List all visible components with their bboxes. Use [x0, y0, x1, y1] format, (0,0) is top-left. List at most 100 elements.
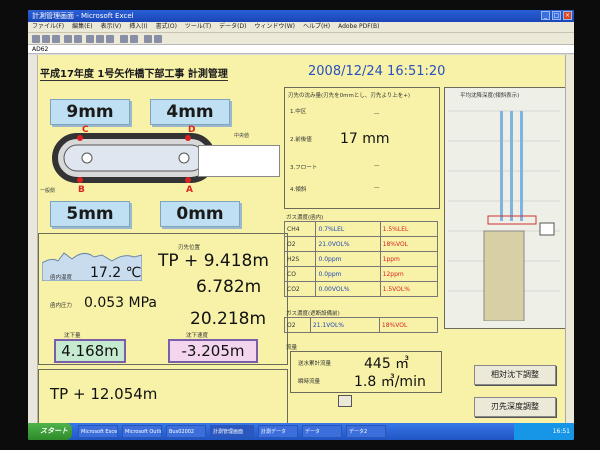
gas-value: 0.0ppm [315, 266, 381, 282]
menu-bar: ファイル(F) 編集(E) 表示(V) 挿入(I) 書式(O) ツール(T) デ… [28, 22, 574, 32]
marker-d-dot [185, 135, 191, 141]
gas-name: O2 [284, 317, 311, 333]
flow-label-1: 送水累計流量 [298, 361, 332, 367]
formula-bar[interactable]: AD62 [28, 44, 574, 54]
gas-limit: 1.5%LEL [379, 221, 439, 237]
edge-row3-value: — [374, 163, 380, 169]
undo-icon[interactable] [120, 35, 128, 43]
open-icon[interactable] [42, 35, 50, 43]
vertical-scrollbar[interactable] [565, 55, 574, 423]
menu-window[interactable]: ウィンドウ(W) [254, 23, 295, 30]
task-data3[interactable]: データ2 [346, 425, 386, 438]
caisson-hole-left [81, 152, 93, 164]
menu-help[interactable]: ヘルプ(H) [303, 23, 330, 30]
gas-row: O2 21.0VOL% 18%VOL [283, 236, 439, 252]
note-label: 中央値 [234, 133, 250, 139]
edge-row4-label: 4.傾斜 [290, 187, 307, 193]
row-headers [28, 55, 38, 423]
paste-icon[interactable] [106, 35, 114, 43]
gas-limit: 12ppm [379, 266, 439, 282]
menu-view[interactable]: 表示(V) [100, 23, 121, 30]
system-tray: 16:51 [514, 423, 574, 440]
maximize-button[interactable]: □ [552, 11, 561, 20]
flow-heading: 流量 [286, 345, 298, 351]
task-monitor[interactable]: 計測管理画面 [210, 425, 254, 438]
menu-file[interactable]: ファイル(F) [32, 23, 64, 30]
tp-label: 刃先位置 [178, 245, 201, 251]
window-titlebar: 計測管理画面 - Microsoft Excel _ □ × [28, 10, 574, 22]
edge-status-panel [284, 87, 440, 209]
legend-box [539, 222, 555, 236]
clock: 16:51 [552, 428, 570, 435]
task-data2[interactable]: データ [302, 425, 342, 438]
gas-limit: 18%VOL [378, 317, 439, 333]
settlement-value: 4.168m [54, 339, 126, 363]
preview-icon[interactable] [74, 35, 82, 43]
gas-table: CH4 0.7%LEL 1.5%LEL O2 21.0VOL% 18%VOL H… [283, 221, 439, 297]
print-button-icon[interactable] [338, 395, 352, 407]
gas-value: 0.0ppm [315, 251, 381, 267]
gas-value: 21.1VOL% [309, 317, 380, 333]
edge-row1-label: 1.中区 [290, 109, 307, 115]
gas-name: O2 [283, 236, 317, 252]
menu-format[interactable]: 書式(O) [156, 23, 177, 30]
window-title: 計測管理画面 - Microsoft Excel [32, 12, 134, 20]
page-title: 平成17年度 1号矢作橋下部工事 計測管理 [40, 65, 228, 81]
box1-label: 沈下量 [64, 333, 81, 339]
side-label: 一般側 [40, 188, 56, 194]
settle-adjust-button[interactable]: 相対沈下調整 [474, 365, 556, 385]
task-excel[interactable]: Microsoft Excel [78, 425, 118, 438]
marker-c-dot [77, 135, 83, 141]
depth-adjust-button[interactable]: 刃先深度調整 [474, 397, 556, 417]
menu-adobe-pdf[interactable]: Adobe PDF(B) [338, 23, 379, 30]
save-icon[interactable] [52, 35, 60, 43]
taskbar: スタート Microsoft Excel Microsoft Outlook B… [28, 423, 574, 440]
edge-row4-value: — [374, 185, 380, 191]
edge-status-heading: 刃先の沈み量(刃先を0mmとし、刃先より上を+) [288, 93, 411, 99]
depth-diagram [448, 110, 560, 321]
caisson-diagram [52, 133, 216, 183]
gas-heading: ガス濃度(函内) [286, 215, 324, 221]
gas-limit: 1.5VOL% [379, 281, 439, 297]
edge-row3-label: 3.フロート [290, 165, 318, 171]
soil-block [483, 230, 525, 321]
close-button[interactable]: × [563, 11, 572, 20]
depth-bar-3 [520, 111, 523, 221]
datetime-display: 2008/12/24 16:51:20 [308, 64, 446, 79]
edge-row2-value: 17 mm [340, 131, 390, 147]
reading-value-3: 20.218m [190, 309, 267, 329]
menu-edit[interactable]: 編集(E) [72, 23, 92, 30]
marker-b-dot [77, 177, 83, 183]
task-bus[interactable]: Bus02002 [166, 425, 206, 438]
start-button[interactable]: スタート [28, 423, 72, 440]
minimize-button[interactable]: _ [541, 11, 550, 20]
menu-data[interactable]: データ(D) [219, 23, 246, 30]
gas-name: CO [283, 266, 317, 282]
gas-row: O2 21.1VOL% 18%VOL [284, 317, 439, 333]
box2-label: 沈下速度 [186, 333, 209, 339]
depth-bar-2 [510, 111, 513, 221]
gas-name: CO2 [283, 281, 317, 297]
temperature-value: 17.2 ℃ [90, 265, 142, 281]
chart-icon[interactable] [144, 35, 152, 43]
tp-value: TP + 9.418m [158, 251, 269, 271]
task-outlook[interactable]: Microsoft Outlook [122, 425, 162, 438]
copy-icon[interactable] [96, 35, 104, 43]
gas-row: CO 0.0ppm 12ppm [283, 266, 439, 282]
menu-insert[interactable]: 挿入(I) [129, 23, 147, 30]
spreadsheet-area: 平成17年度 1号矢作橋下部工事 計測管理 2008/12/24 16:51:2… [28, 55, 574, 425]
gas-name: H2S [283, 251, 317, 267]
cell-reference[interactable]: AD62 [32, 46, 48, 53]
sort-icon[interactable] [154, 35, 162, 43]
menu-tools[interactable]: ツール(T) [185, 23, 211, 30]
gas-value: 0.00VOL% [315, 281, 381, 297]
print-icon[interactable] [64, 35, 72, 43]
cut-icon[interactable] [86, 35, 94, 43]
new-file-icon[interactable] [32, 35, 40, 43]
settlement-speed-value: -3.205m [168, 339, 258, 363]
redo-icon[interactable] [130, 35, 138, 43]
reading-value-2: 6.782m [196, 277, 262, 297]
gas-row: CO2 0.00VOL% 1.5VOL% [283, 281, 439, 297]
gas-limit: 18%VOL [379, 236, 439, 252]
task-data[interactable]: 計測データ [258, 425, 298, 438]
